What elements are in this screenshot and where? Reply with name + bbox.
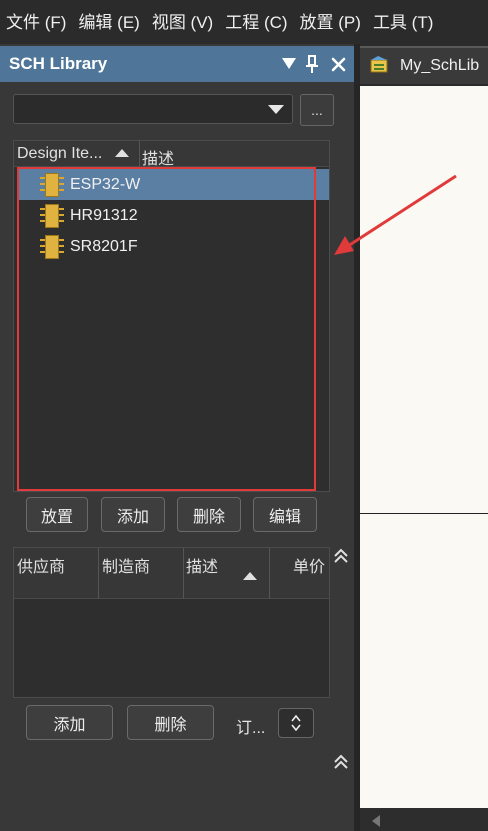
document-tab-label: My_SchLib [400, 57, 480, 74]
column-divider[interactable] [269, 548, 270, 599]
supplier-add-button[interactable]: 添加 [26, 705, 113, 740]
menu-place[interactable]: 放置 (P) [300, 8, 361, 33]
component-icon [40, 234, 64, 260]
menu-view[interactable]: 视图 (V) [152, 8, 213, 33]
menu-edit[interactable]: 编辑 (E) [78, 8, 139, 33]
order-quantity-label: 订... [236, 720, 266, 737]
place-button[interactable]: 放置 [26, 497, 88, 532]
panel-title: SCH Library [9, 54, 108, 73]
close-icon[interactable] [327, 51, 349, 77]
column-description[interactable]: 描述 [142, 145, 174, 169]
supplier-delete-button[interactable]: 删除 [127, 705, 214, 740]
order-quantity-stepper[interactable] [278, 708, 314, 738]
document-tab[interactable]: My_SchLib [360, 46, 488, 84]
component-list: Design Ite... 描述 ESP32-W HR91312 SR8201F [13, 140, 330, 492]
column-unit-price[interactable]: 单价 [293, 553, 325, 577]
menu-bar: 文件 (F) 编辑 (E) 视图 (V) 工程 (C) 放置 (P) 工具 (T… [0, 0, 488, 40]
component-name: HR91312 [70, 206, 138, 224]
panel-header: SCH Library [0, 46, 354, 82]
menu-tools[interactable]: 工具 (T) [373, 8, 433, 33]
supplier-grid: 供应商 制造商 描述 单价 [13, 547, 330, 698]
delete-button[interactable]: 删除 [177, 497, 241, 532]
column-divider[interactable] [139, 141, 140, 167]
collapse-up-icon[interactable] [331, 752, 351, 772]
list-header: Design Ite... 描述 [14, 141, 329, 169]
component-name: SR8201F [70, 237, 138, 255]
scroll-left-icon[interactable] [372, 815, 380, 827]
list-item[interactable]: SR8201F [17, 231, 329, 262]
canvas-border-line [360, 513, 488, 514]
schematic-canvas[interactable] [360, 86, 488, 808]
sch-library-panel: SCH Library ... Design Ite... 描述 ESP32-W… [0, 44, 354, 831]
component-name: ESP32-W [70, 175, 141, 193]
list-item[interactable]: HR91312 [17, 200, 329, 231]
menu-dropdown-icon[interactable] [278, 51, 300, 77]
menu-file[interactable]: 文件 (F) [6, 8, 66, 33]
horizontal-scrollbar[interactable] [360, 808, 488, 831]
browse-button[interactable]: ... [300, 94, 334, 126]
column-description[interactable]: 描述 [186, 553, 218, 577]
library-filter-combo[interactable] [13, 94, 293, 124]
add-button[interactable]: 添加 [101, 497, 165, 532]
column-divider[interactable] [98, 548, 99, 599]
component-icon [40, 172, 64, 198]
sort-ascending-icon [115, 149, 129, 157]
column-manufacturer[interactable]: 制造商 [102, 553, 150, 577]
supplier-grid-header: 供应商 制造商 描述 单价 [14, 548, 329, 599]
list-item[interactable]: ESP32-W [17, 169, 329, 200]
menu-project[interactable]: 工程 (C) [225, 8, 287, 33]
column-divider[interactable] [183, 548, 184, 599]
column-design-item[interactable]: Design Ite... [17, 145, 102, 163]
schlib-file-icon [368, 54, 392, 78]
column-supplier[interactable]: 供应商 [17, 553, 65, 577]
collapse-up-icon[interactable] [331, 546, 351, 566]
pin-icon[interactable] [301, 51, 323, 77]
sort-ascending-icon [243, 572, 257, 580]
edit-button[interactable]: 编辑 [253, 497, 317, 532]
chevron-down-icon[interactable] [268, 105, 284, 114]
component-icon [40, 203, 64, 229]
